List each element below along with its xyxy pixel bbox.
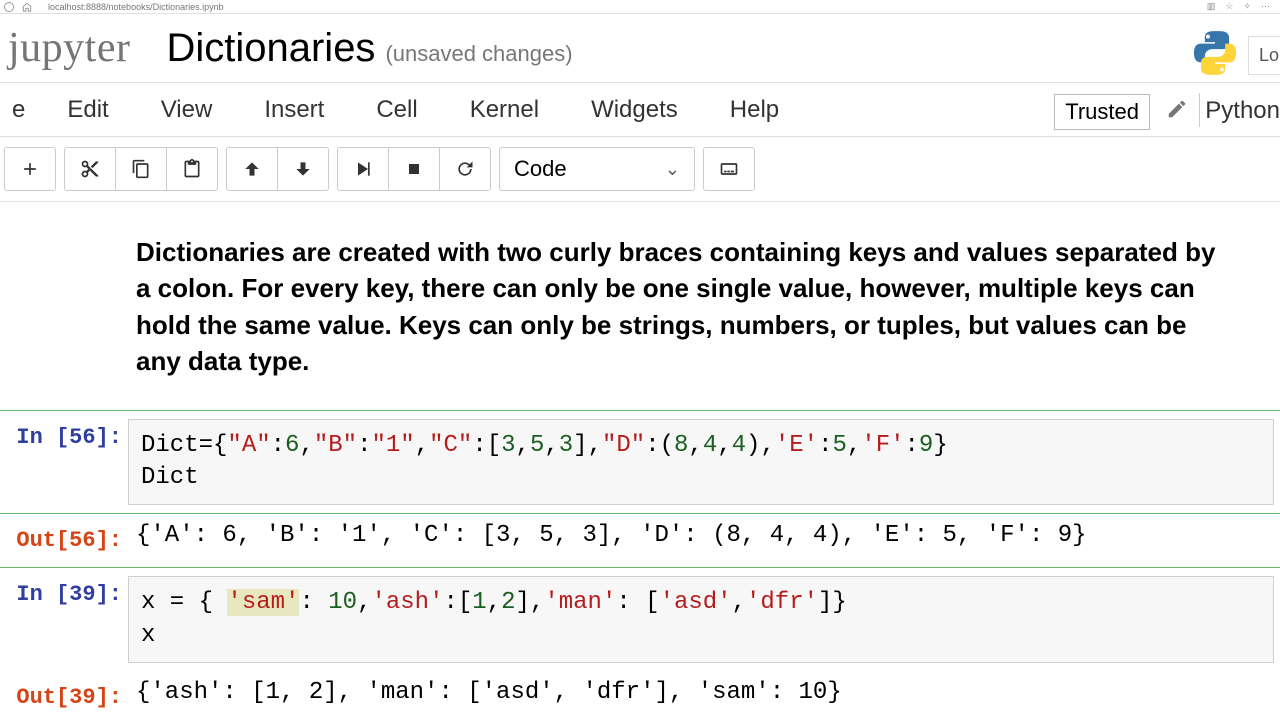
add-cell-button[interactable] bbox=[4, 147, 56, 191]
output-text-1: {'A': 6, 'B': '1', 'C': [3, 5, 3], 'D': … bbox=[128, 514, 1280, 553]
code-cell-2[interactable]: In [39]: x = { 'sam': 10,'ash':[1,2],'ma… bbox=[0, 567, 1280, 671]
notebook-title[interactable]: Dictionaries bbox=[166, 26, 375, 71]
menu-view[interactable]: View bbox=[135, 96, 239, 124]
browser-address-bar: localhost:8888/notebooks/Dictionaries.ip… bbox=[0, 0, 1280, 14]
out-prompt: Out[39]: bbox=[16, 685, 122, 710]
menu-widgets[interactable]: Widgets bbox=[565, 96, 704, 124]
reader-icon[interactable]: ▥ bbox=[1207, 1, 1216, 12]
output-row-2: Out[39]: {'ash': [1, 2], 'man': ['asd', … bbox=[0, 671, 1280, 724]
code-cell-1[interactable]: In [56]: Dict={"A":6,"B":"1","C":[3,5,3]… bbox=[0, 410, 1280, 515]
move-down-button[interactable] bbox=[277, 147, 329, 191]
out-prompt: Out[56]: bbox=[16, 528, 122, 553]
code-input-2[interactable]: x = { 'sam': 10,'ash':[1,2],'man': ['asd… bbox=[128, 576, 1274, 663]
login-button[interactable]: Lo bbox=[1248, 36, 1280, 75]
menu-kernel[interactable]: Kernel bbox=[444, 96, 565, 124]
chevron-down-icon: ⌄ bbox=[665, 159, 680, 180]
cut-button[interactable] bbox=[64, 147, 116, 191]
edit-mode-icon[interactable] bbox=[1166, 98, 1188, 125]
menu-edit[interactable]: Edit bbox=[41, 96, 134, 124]
divider bbox=[1199, 93, 1200, 127]
star-icon[interactable]: ☆ bbox=[1225, 1, 1233, 12]
kernel-name[interactable]: Python bbox=[1205, 97, 1280, 125]
more-icon[interactable]: ⋯ bbox=[1261, 1, 1270, 12]
in-prompt: In [56]: bbox=[16, 425, 122, 450]
favorites-icon[interactable]: ✧ bbox=[1243, 1, 1251, 12]
interrupt-button[interactable] bbox=[388, 147, 440, 191]
in-prompt: In [39]: bbox=[16, 582, 122, 607]
trusted-indicator[interactable]: Trusted bbox=[1054, 94, 1150, 130]
markdown-cell[interactable]: Dictionaries are created with two curly … bbox=[0, 220, 1262, 410]
menu-bar: e Edit View Insert Cell Kernel Widgets H… bbox=[0, 82, 1280, 137]
output-row-1: Out[56]: {'A': 6, 'B': '1', 'C': [3, 5, … bbox=[0, 514, 1280, 567]
url-text[interactable]: localhost:8888/notebooks/Dictionaries.ip… bbox=[40, 2, 1199, 12]
output-text-2: {'ash': [1, 2], 'man': ['asd', 'dfr'], '… bbox=[128, 671, 1280, 710]
home-icon[interactable] bbox=[22, 2, 32, 12]
command-palette-button[interactable] bbox=[703, 147, 755, 191]
menu-help[interactable]: Help bbox=[704, 96, 805, 124]
copy-button[interactable] bbox=[115, 147, 167, 191]
menu-insert[interactable]: Insert bbox=[238, 96, 350, 124]
celltype-select[interactable]: Code ⌄ bbox=[499, 147, 695, 191]
menu-cell[interactable]: Cell bbox=[350, 96, 443, 124]
notebook-header: jupyter Dictionaries (unsaved changes) L… bbox=[0, 14, 1280, 82]
jupyter-logo[interactable]: jupyter bbox=[8, 24, 130, 72]
restart-button[interactable] bbox=[439, 147, 491, 191]
menu-file-partial[interactable]: e bbox=[6, 96, 41, 124]
move-up-button[interactable] bbox=[226, 147, 278, 191]
run-button[interactable] bbox=[337, 147, 389, 191]
toolbar: Code ⌄ bbox=[0, 137, 1280, 202]
celltype-value: Code bbox=[514, 156, 567, 182]
reload-icon[interactable] bbox=[4, 2, 14, 12]
python-logo-icon bbox=[1190, 28, 1240, 83]
code-input-1[interactable]: Dict={"A":6,"B":"1","C":[3,5,3],"D":(8,4… bbox=[128, 419, 1274, 506]
save-status: (unsaved changes) bbox=[385, 41, 572, 67]
notebook-area: Dictionaries are created with two curly … bbox=[0, 202, 1280, 724]
paste-button[interactable] bbox=[166, 147, 218, 191]
